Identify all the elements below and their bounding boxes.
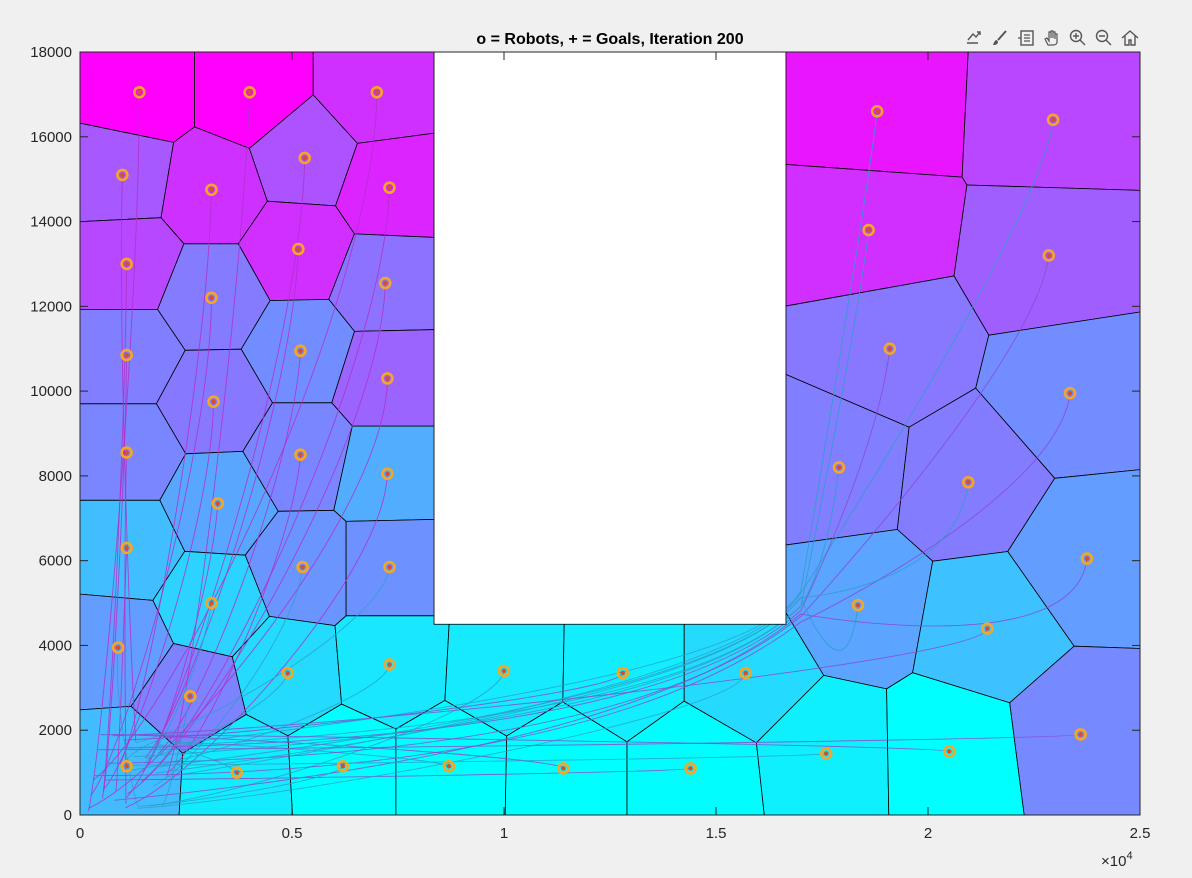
y-tick-label: 12000 — [30, 298, 72, 315]
x-tick-label: 2.5 — [1130, 825, 1151, 842]
goal-marker — [209, 187, 214, 193]
y-tick-label: 4000 — [39, 637, 72, 654]
goal-marker — [887, 346, 893, 352]
goal-marker — [120, 172, 125, 178]
y-tick-label: 8000 — [39, 468, 72, 485]
goal-marker — [300, 564, 305, 570]
zoom-out-icon — [1095, 29, 1112, 46]
goal-marker — [115, 645, 121, 650]
x-tick-label: 1 — [500, 825, 508, 842]
axes-toolbar — [962, 24, 1142, 52]
goal-marker — [1046, 253, 1052, 258]
goal-marker — [137, 89, 142, 95]
goal-marker — [234, 770, 240, 775]
chart-title: o = Robots, + = Goals, Iteration 200 — [476, 31, 743, 48]
x-tick-label: 0 — [76, 825, 84, 842]
goal-marker — [340, 763, 346, 769]
x-exponent-power: 4 — [1126, 850, 1132, 862]
goal-marker — [1078, 732, 1083, 737]
plot-area — [80, 52, 1140, 815]
home-button[interactable] — [1118, 26, 1142, 50]
export-icon — [967, 31, 981, 44]
goal-marker — [124, 352, 129, 358]
goal-marker — [743, 670, 748, 676]
export-button[interactable] — [962, 26, 986, 50]
x-exponent-base: ×10 — [1101, 853, 1126, 870]
home-icon — [1121, 30, 1139, 46]
goal-marker — [124, 545, 129, 551]
goal-marker — [385, 376, 390, 381]
y-tick-label: 0 — [64, 807, 72, 824]
goal-marker — [823, 751, 829, 756]
brush-button[interactable] — [988, 26, 1012, 50]
pan-button[interactable] — [1040, 26, 1064, 50]
goal-marker — [124, 763, 129, 769]
goal-marker — [836, 465, 842, 470]
goal-marker — [1067, 390, 1073, 396]
goal-marker — [124, 261, 129, 267]
goal-marker — [985, 626, 990, 631]
pan-icon — [1044, 30, 1058, 46]
obstacle-layer — [433, 52, 787, 625]
goal-marker — [1084, 556, 1090, 561]
zoom-in-icon — [1069, 29, 1086, 46]
x-tick-label: 0.5 — [282, 825, 303, 842]
goal-marker — [501, 668, 507, 674]
obstacle-rect — [433, 52, 787, 625]
goal-marker — [387, 662, 392, 667]
y-tick-label: 2000 — [39, 722, 72, 739]
goal-marker — [620, 670, 626, 676]
goal-marker — [209, 600, 214, 606]
goal-marker — [855, 602, 861, 608]
goal-marker — [298, 348, 303, 354]
voronoi-cell — [961, 52, 1140, 191]
brush-icon — [993, 30, 1007, 45]
goal-marker — [387, 185, 392, 190]
goal-marker — [124, 450, 129, 455]
goal-marker — [1050, 117, 1056, 123]
goal-marker — [211, 399, 216, 405]
goal-marker — [387, 564, 392, 570]
datatip-button[interactable] — [1014, 26, 1038, 50]
zoom-out-button[interactable] — [1092, 26, 1116, 50]
goal-marker — [874, 109, 880, 114]
y-tick-label: 16000 — [30, 129, 72, 146]
goal-marker — [446, 763, 452, 769]
y-tick-label: 10000 — [30, 383, 72, 400]
goal-marker — [209, 295, 214, 301]
goal-marker — [285, 670, 291, 676]
x-tick-label: 1.5 — [706, 825, 727, 842]
goal-marker — [688, 766, 693, 771]
y-tick-label: 18000 — [30, 44, 72, 61]
goal-marker — [215, 501, 221, 506]
goal-marker — [187, 694, 193, 699]
goal-marker — [374, 89, 380, 95]
datatip-icon — [1018, 30, 1034, 46]
y-tick-label: 6000 — [39, 553, 72, 570]
y-tick-label: 14000 — [30, 214, 72, 231]
goal-marker — [385, 471, 390, 477]
goal-marker — [382, 280, 388, 286]
x-tick-label: 2 — [924, 825, 932, 842]
goal-marker — [561, 766, 566, 771]
zoom-in-button[interactable] — [1066, 26, 1090, 50]
goal-marker — [247, 89, 252, 95]
goal-marker — [965, 479, 971, 485]
goal-marker — [946, 749, 952, 754]
goal-marker — [302, 155, 308, 161]
goal-marker — [296, 246, 301, 252]
figure: o = Robots, + = Goals, Iteration 200 0 0.… — [0, 0, 1192, 878]
goal-marker — [298, 452, 303, 457]
goal-marker — [866, 227, 871, 233]
